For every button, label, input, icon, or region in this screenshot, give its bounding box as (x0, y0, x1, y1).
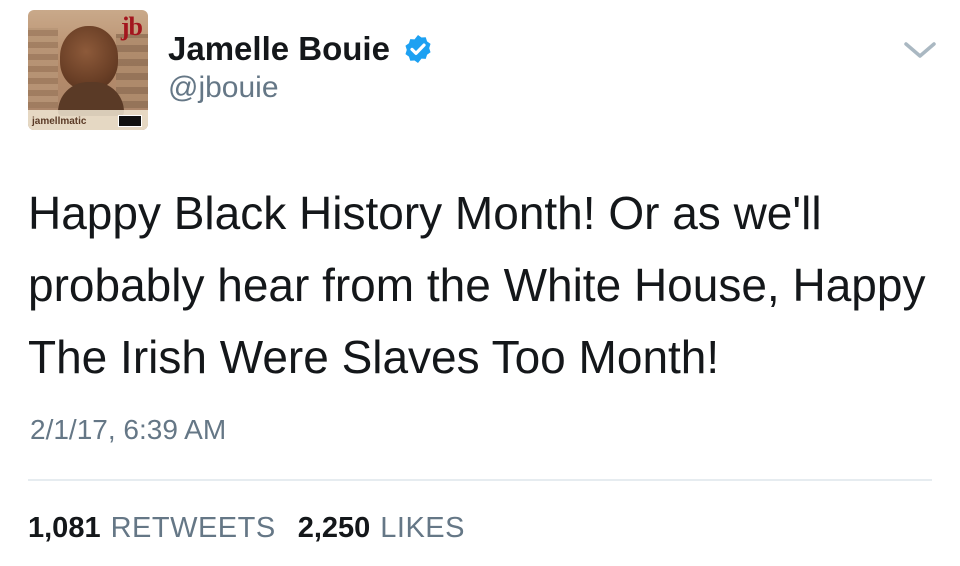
avatar[interactable]: jb jamellmatic (28, 10, 148, 130)
retweets-count: 1,081 (28, 512, 101, 544)
author-handle[interactable]: @jbouie (168, 71, 279, 105)
likes-count: 2,250 (297, 512, 371, 544)
verified-badge-icon (405, 35, 431, 63)
parental-advisory-icon (118, 115, 142, 127)
avatar-face (60, 26, 118, 90)
tweet-timestamp[interactable]: 2/1/17, 6:39 AM (30, 414, 226, 446)
retweets-label: RETWEETS (110, 512, 276, 544)
retweets-stat[interactable]: 1,081 RETWEETS (28, 512, 276, 545)
tweet-stats: 1,081 RETWEETS 2,250 LIKES (28, 512, 487, 545)
avatar-building-right (116, 34, 148, 108)
divider (28, 479, 932, 481)
likes-label: LIKES (380, 512, 465, 544)
avatar-building-left (28, 28, 58, 108)
avatar-logo: jb (120, 12, 143, 41)
likes-stat[interactable]: 2,250 LIKES (298, 512, 465, 545)
tweet-card: jb jamellmatic Jamelle Bouie @jbouie Hap… (0, 0, 960, 566)
author-name[interactable]: Jamelle Bouie (168, 30, 390, 68)
tweet-text: Happy Black History Month! Or as we'll p… (28, 187, 926, 383)
author-name-row[interactable]: Jamelle Bouie (168, 30, 434, 68)
avatar-tag: jamellmatic (32, 116, 87, 127)
chevron-down-icon[interactable] (902, 38, 938, 62)
